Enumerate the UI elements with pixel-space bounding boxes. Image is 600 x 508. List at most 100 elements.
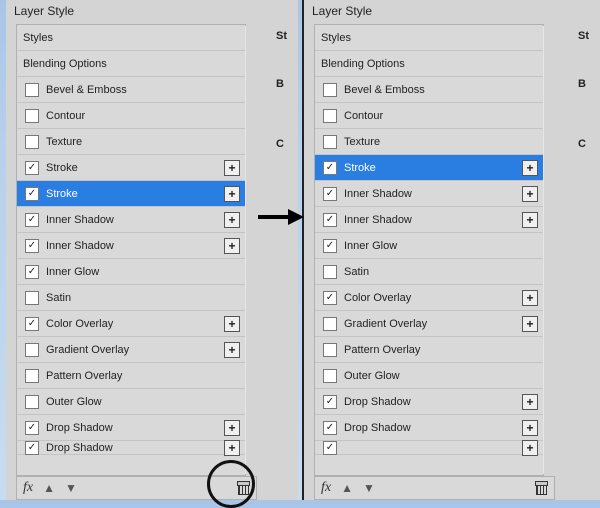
style-row[interactable]: Bevel & Emboss bbox=[17, 77, 246, 103]
checkbox[interactable] bbox=[25, 265, 39, 279]
move-up-icon[interactable]: ▲ bbox=[341, 481, 353, 495]
style-row[interactable]: Inner Shadow+ bbox=[17, 233, 246, 259]
checkbox[interactable] bbox=[25, 109, 39, 123]
fx-icon[interactable]: fx bbox=[23, 480, 33, 496]
style-row[interactable]: Drop Shadow+ bbox=[17, 441, 246, 455]
move-up-icon[interactable]: ▲ bbox=[43, 481, 55, 495]
add-effect-icon[interactable]: + bbox=[224, 238, 240, 254]
style-row[interactable]: Inner Shadow+ bbox=[315, 207, 544, 233]
style-row[interactable]: Drop Shadow+ bbox=[315, 389, 544, 415]
style-row[interactable]: Stroke+ bbox=[315, 155, 544, 181]
style-row-label: Pattern Overlay bbox=[344, 344, 538, 356]
style-row[interactable]: Inner Glow bbox=[17, 259, 246, 285]
checkbox[interactable] bbox=[323, 239, 337, 253]
style-row[interactable]: Color Overlay+ bbox=[17, 311, 246, 337]
checkbox[interactable] bbox=[25, 369, 39, 383]
style-row[interactable]: Contour bbox=[17, 103, 246, 129]
style-row[interactable]: Drop Shadow+ bbox=[17, 415, 246, 441]
add-effect-icon[interactable]: + bbox=[522, 420, 538, 436]
style-row[interactable]: + bbox=[315, 441, 544, 455]
add-effect-icon[interactable]: + bbox=[522, 394, 538, 410]
checkbox[interactable] bbox=[25, 161, 39, 175]
styles-list[interactable]: StylesBlending OptionsBevel & EmbossCont… bbox=[314, 24, 544, 476]
add-effect-icon[interactable]: + bbox=[224, 160, 240, 176]
checkbox[interactable] bbox=[323, 135, 337, 149]
style-row[interactable]: Texture bbox=[17, 129, 246, 155]
checkbox[interactable] bbox=[323, 187, 337, 201]
style-row[interactable]: Stroke+ bbox=[17, 155, 246, 181]
checkbox[interactable] bbox=[25, 135, 39, 149]
checkbox[interactable] bbox=[25, 343, 39, 357]
styles-list[interactable]: StylesBlending OptionsBevel & EmbossCont… bbox=[16, 24, 246, 476]
scroll-up-icon[interactable]: ▲ bbox=[245, 26, 246, 36]
style-row[interactable]: Drop Shadow+ bbox=[315, 415, 544, 441]
scroll-down-icon[interactable]: ▼ bbox=[245, 464, 246, 474]
checkbox[interactable] bbox=[323, 317, 337, 331]
side-label: B bbox=[572, 72, 600, 96]
style-row[interactable]: Gradient Overlay+ bbox=[315, 311, 544, 337]
style-row[interactable]: Styles bbox=[315, 25, 544, 51]
trash-icon[interactable] bbox=[237, 481, 250, 495]
style-row[interactable]: Inner Shadow+ bbox=[17, 207, 246, 233]
checkbox[interactable] bbox=[25, 317, 39, 331]
checkbox[interactable] bbox=[25, 421, 39, 435]
add-effect-icon[interactable]: + bbox=[224, 316, 240, 332]
checkbox[interactable] bbox=[323, 369, 337, 383]
checkbox[interactable] bbox=[323, 109, 337, 123]
style-row[interactable]: Satin bbox=[315, 259, 544, 285]
style-row[interactable]: Pattern Overlay bbox=[315, 337, 544, 363]
style-row[interactable]: Satin bbox=[17, 285, 246, 311]
style-row-label: Outer Glow bbox=[46, 396, 240, 408]
style-row[interactable]: Pattern Overlay bbox=[17, 363, 246, 389]
scrollbar[interactable]: ▲ ▼ bbox=[543, 25, 544, 475]
checkbox[interactable] bbox=[323, 441, 337, 455]
checkbox[interactable] bbox=[25, 83, 39, 97]
style-row[interactable]: Outer Glow bbox=[315, 363, 544, 389]
style-row[interactable]: Texture bbox=[315, 129, 544, 155]
trash-icon[interactable] bbox=[535, 481, 548, 495]
checkbox[interactable] bbox=[323, 161, 337, 175]
add-effect-icon[interactable]: + bbox=[224, 342, 240, 358]
move-down-icon[interactable]: ▼ bbox=[363, 481, 375, 495]
add-effect-icon[interactable]: + bbox=[522, 316, 538, 332]
style-row[interactable]: Gradient Overlay+ bbox=[17, 337, 246, 363]
scroll-down-icon[interactable]: ▼ bbox=[543, 464, 544, 474]
add-effect-icon[interactable]: + bbox=[522, 212, 538, 228]
add-effect-icon[interactable]: + bbox=[224, 420, 240, 436]
checkbox[interactable] bbox=[323, 421, 337, 435]
add-effect-icon[interactable]: + bbox=[224, 440, 240, 456]
add-effect-icon[interactable]: + bbox=[522, 290, 538, 306]
checkbox[interactable] bbox=[25, 239, 39, 253]
move-down-icon[interactable]: ▼ bbox=[65, 481, 77, 495]
add-effect-icon[interactable]: + bbox=[224, 186, 240, 202]
style-row[interactable]: Stroke+ bbox=[17, 181, 246, 207]
add-effect-icon[interactable]: + bbox=[522, 160, 538, 176]
fx-icon[interactable]: fx bbox=[321, 480, 331, 496]
style-row[interactable]: Blending Options bbox=[315, 51, 544, 77]
checkbox[interactable] bbox=[25, 213, 39, 227]
add-effect-icon[interactable]: + bbox=[522, 186, 538, 202]
checkbox[interactable] bbox=[25, 187, 39, 201]
checkbox[interactable] bbox=[323, 291, 337, 305]
style-row[interactable]: Blending Options bbox=[17, 51, 246, 77]
side-label bbox=[572, 96, 600, 108]
scroll-up-icon[interactable]: ▲ bbox=[543, 26, 544, 36]
checkbox[interactable] bbox=[25, 291, 39, 305]
checkbox[interactable] bbox=[25, 395, 39, 409]
checkbox[interactable] bbox=[323, 395, 337, 409]
style-row[interactable]: Contour bbox=[315, 103, 544, 129]
scrollbar[interactable]: ▲ ▼ bbox=[245, 25, 246, 475]
checkbox[interactable] bbox=[25, 441, 39, 455]
style-row[interactable]: Outer Glow bbox=[17, 389, 246, 415]
add-effect-icon[interactable]: + bbox=[522, 440, 538, 456]
style-row[interactable]: Styles bbox=[17, 25, 246, 51]
style-row[interactable]: Color Overlay+ bbox=[315, 285, 544, 311]
add-effect-icon[interactable]: + bbox=[224, 212, 240, 228]
style-row[interactable]: Inner Shadow+ bbox=[315, 181, 544, 207]
checkbox[interactable] bbox=[323, 343, 337, 357]
checkbox[interactable] bbox=[323, 213, 337, 227]
style-row[interactable]: Inner Glow bbox=[315, 233, 544, 259]
style-row[interactable]: Bevel & Emboss bbox=[315, 77, 544, 103]
checkbox[interactable] bbox=[323, 265, 337, 279]
checkbox[interactable] bbox=[323, 83, 337, 97]
